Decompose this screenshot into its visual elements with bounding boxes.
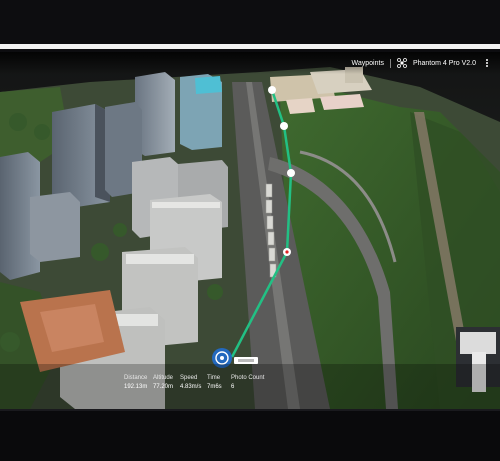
stat-time-label: Time [207,375,221,381]
divider [389,58,391,68]
top-status-bar: Waypoints Phantom 4 Pro V2.0 [0,52,500,74]
stat-altitude-label: Altitude [153,375,174,381]
bottom-frame [0,411,500,461]
window-top-strip [0,44,500,49]
stat-speed-label: Speed [180,375,198,381]
map-3d-viewport[interactable] [0,52,500,409]
stat-speed: Speed 4.83m/s [180,374,201,392]
more-icon[interactable] [482,58,492,68]
stat-photo-count-value: 6 [231,384,235,390]
stat-distance: Distance 192.13m [124,374,147,392]
waypoint-marker [268,86,276,94]
stat-altitude-value: 77.20m [153,384,174,390]
stat-altitude: Altitude 77.20m [153,374,173,392]
camera-marker-label [234,357,258,364]
stat-time: Time 7m6s [207,374,222,392]
stat-time-value: 7m6s [207,384,222,390]
stat-photo-count-label: Photo Count [231,375,265,381]
waypoint-marker [287,169,295,177]
stat-distance-value: 192.13m [124,384,148,390]
flight-stats-panel: Distance 192.13m Altitude 77.20m Speed 4… [124,374,274,398]
stat-distance-label: Distance [124,375,148,381]
waypoint-marker [280,122,288,130]
drone-icon [397,58,407,68]
city-3d-model [0,52,500,409]
drone-model-label[interactable]: Phantom 4 Pro V2.0 [413,60,476,67]
waypoints-title: Waypoints [351,59,384,67]
stat-speed-value: 4.83m/s [180,384,202,390]
stat-photo-count: Photo Count 6 [231,374,264,392]
